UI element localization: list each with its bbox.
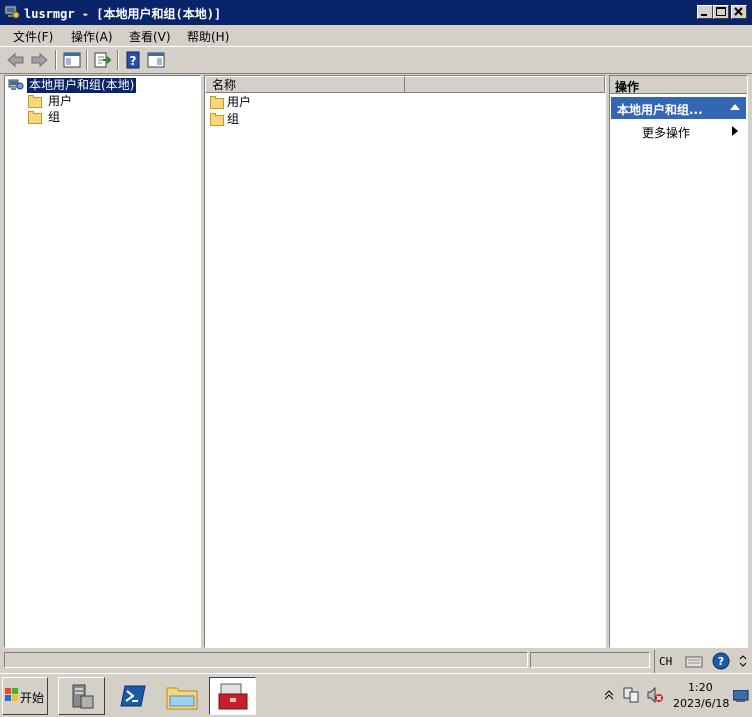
actions-pane[interactable]: 操作 本地用户和组... 更多操作 [609,75,748,648]
list-item-label: 组 [227,112,240,126]
start-button[interactable]: 开始 [2,677,48,715]
show-hidden-icons-icon[interactable] [605,690,613,700]
keyboard-icon[interactable] [685,653,703,669]
column-header-blank[interactable] [405,76,605,93]
volume-muted-icon[interactable] [646,686,664,704]
maximize-button[interactable] [713,5,729,19]
folder-icon [210,113,224,126]
console-tree-pane[interactable]: 本地用户和组(本地) 用户 组 [4,75,201,648]
maximize-icon [716,7,726,16]
collapse-up-icon [730,104,740,110]
column-header-name[interactable]: 名称 [205,76,405,93]
list-item[interactable]: 组 [210,112,600,127]
computer-management-icon [4,5,20,19]
tree-item-label: 组 [48,110,61,124]
minimize-icon [701,14,707,16]
toolbar: ? [0,47,752,74]
actions-section-title: 本地用户和组... [617,103,703,117]
window-title: lusrmgr - [本地用户和组(本地)] [24,7,222,21]
folder-icon [210,96,224,109]
folder-icon [28,111,42,124]
language-bar: CH ? [654,650,752,673]
windows-logo-icon [5,688,18,701]
list-item-label: 用户 [227,95,252,109]
help-icon[interactable]: ? [123,50,143,70]
tree-root-label: 本地用户和组(本地) [27,78,137,93]
folder-icon [28,95,42,108]
list-item[interactable]: 用户 [210,95,600,110]
actions-section-header[interactable]: 本地用户和组... [611,97,746,119]
back-arrow-icon[interactable] [6,50,26,70]
minimize-button[interactable] [697,5,713,19]
show-desktop-icon[interactable] [733,690,749,702]
menu-bar: 文件(F) 操作(A) 查看(V) 帮助(H) [0,25,752,47]
taskbar-powershell-button[interactable] [112,677,154,715]
toolbar-separator [86,50,88,70]
clock-date[interactable]: 2023/6/18 [673,697,729,710]
actions-header-label: 操作 [615,80,640,94]
show-hide-tree-icon[interactable] [62,50,82,70]
close-icon [734,7,743,16]
start-label: 开始 [20,691,45,705]
help-circle-icon[interactable]: ? [712,652,730,670]
toolbox-icon [218,683,248,710]
language-indicator[interactable]: CH [659,655,672,668]
taskbar: 开始 1:20 2023/6/18 [0,673,752,717]
close-button[interactable] [731,5,747,19]
server-manager-icon [72,684,94,709]
status-panel-main [4,652,528,668]
svg-text:?: ? [718,655,724,668]
menu-view[interactable]: 查看(V) [129,28,171,45]
show-hide-action-pane-icon[interactable] [146,50,166,70]
taskbar-explorer-button[interactable] [161,677,203,715]
export-list-icon[interactable] [92,50,112,70]
action-item-more-actions[interactable]: 更多操作 [611,122,746,140]
forward-arrow-icon[interactable] [29,50,49,70]
title-bar[interactable]: lusrmgr - [本地用户和组(本地)] [0,0,752,25]
action-item-label: 更多操作 [642,126,691,140]
results-list-pane[interactable]: 名称 用户 组 [204,75,606,648]
toolbar-separator [55,50,57,70]
network-icon[interactable] [622,686,640,704]
taskbar-server-manager-button[interactable] [58,677,105,715]
status-panel-secondary [530,652,650,668]
menu-help[interactable]: 帮助(H) [187,28,229,45]
clock-time[interactable]: 1:20 [688,681,713,694]
tree-item-label: 用户 [48,94,73,108]
menu-action[interactable]: 操作(A) [71,28,113,45]
submenu-arrow-icon [732,126,738,136]
toolbar-separator [117,50,119,70]
menu-file[interactable]: 文件(F) [13,28,53,45]
language-bar-options-icon[interactable] [739,654,747,668]
file-explorer-icon [166,687,198,710]
local-users-groups-icon [8,79,24,90]
powershell-icon [120,685,146,707]
status-bar [0,649,752,673]
taskbar-lusrmgr-button[interactable] [209,677,256,715]
actions-header: 操作 [610,76,747,94]
svg-text:?: ? [130,54,137,68]
